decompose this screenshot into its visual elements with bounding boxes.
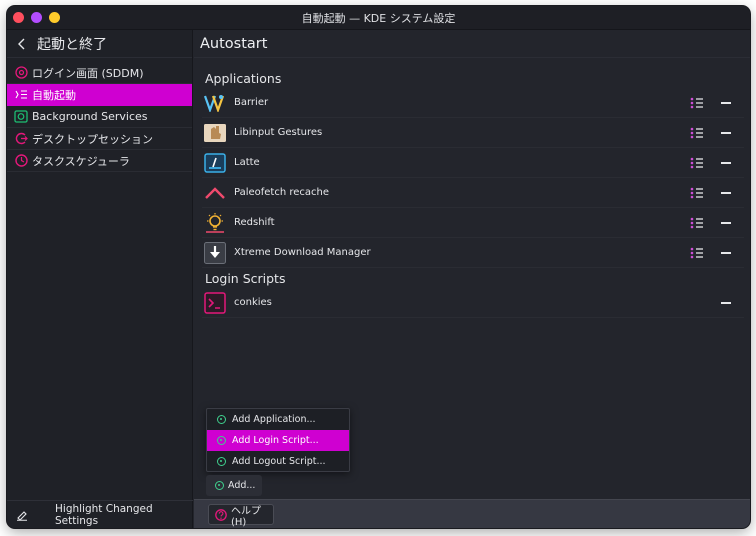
main-panel: Autostart Applications Barrier Libinput … (194, 30, 750, 528)
add-login-script-menu-item[interactable]: Add Login Script... (207, 430, 349, 451)
menu-item-label: Add Login Script... (232, 435, 319, 446)
remove-icon[interactable] (720, 156, 732, 170)
properties-icon[interactable] (690, 96, 704, 110)
list-item-label: Xtreme Download Manager (234, 247, 371, 258)
menu-item-label: Add Logout Script... (232, 456, 326, 467)
sidebar-item-task-scheduler[interactable]: タスクスケジューラ (7, 150, 192, 172)
highlight-changed-settings-label: Highlight Changed Settings (55, 502, 153, 527)
menu-item-label: Add Application... (232, 414, 316, 425)
autostart-icon (14, 88, 28, 102)
list-item[interactable]: Latte (202, 148, 744, 178)
sidebar: 起動と終了 ログイン画面 (SDDM) 自動起動 Background Serv… (7, 30, 193, 528)
latte-icon (204, 152, 226, 174)
help-button[interactable]: ヘルプ(H) (208, 504, 274, 528)
sidebar-item-background-services[interactable]: Background Services (7, 106, 192, 128)
section-header-login-scripts: Login Scripts (205, 270, 286, 286)
sidebar-item-label: 自動起動 (32, 88, 76, 102)
highlight-changed-settings-toggle[interactable]: Highlight Changed Settings (7, 500, 193, 528)
list-item[interactable]: Xtreme Download Manager (202, 238, 744, 268)
add-icon (215, 481, 224, 490)
back-arrow-icon[interactable] (15, 37, 29, 51)
list-item-label: Barrier (234, 97, 269, 108)
remove-icon[interactable] (720, 186, 732, 200)
section-header-applications: Applications (205, 70, 282, 86)
autostart-list: Applications Barrier Libinput Gestures L… (202, 68, 744, 318)
barrier-icon (204, 92, 226, 114)
sidebar-header: 起動と終了 (7, 30, 192, 58)
list-item-label: Paleofetch recache (234, 187, 330, 198)
list-item[interactable]: conkies (202, 288, 744, 318)
libinput-gestures-icon (204, 122, 226, 144)
desktop-session-icon (14, 132, 28, 146)
list-item-label: Libinput Gestures (234, 127, 323, 138)
sidebar-item-desktop-session[interactable]: デスクトップセッション (7, 128, 192, 150)
add-logout-script-menu-item[interactable]: Add Logout Script... (207, 451, 349, 472)
sidebar-item-login-screen[interactable]: ログイン画面 (SDDM) (7, 62, 192, 84)
terminal-icon (204, 291, 226, 314)
properties-icon[interactable] (690, 186, 704, 200)
task-scheduler-icon (14, 154, 28, 168)
list-item[interactable]: Redshift (202, 208, 744, 238)
list-item[interactable]: Barrier (202, 88, 744, 118)
sidebar-item-label: Background Services (32, 110, 148, 123)
highlighter-icon (15, 508, 29, 522)
sidebar-item-label: タスクスケジューラ (32, 154, 130, 168)
properties-icon[interactable] (690, 156, 704, 170)
login-screen-icon (14, 66, 28, 80)
list-item[interactable]: Libinput Gestures (202, 118, 744, 148)
add-icon (217, 457, 226, 466)
remove-icon[interactable] (720, 126, 732, 140)
list-item[interactable]: Paleofetch recache (202, 178, 744, 208)
close-window-button[interactable] (13, 12, 24, 23)
redshift-icon (204, 212, 226, 234)
add-button-label: Add... (228, 480, 256, 491)
add-button[interactable]: Add... (206, 475, 262, 496)
xdm-icon (204, 241, 226, 264)
sidebar-list: ログイン画面 (SDDM) 自動起動 Background Services デ… (7, 58, 192, 172)
maximize-window-button[interactable] (49, 12, 60, 23)
settings-window: 自動起動 — KDE システム設定 起動と終了 ログイン画面 (SDDM) 自動… (7, 6, 750, 528)
window-controls (13, 12, 60, 23)
page-title: Autostart (194, 30, 750, 58)
list-item-label: Redshift (234, 217, 275, 228)
background-services-icon (14, 110, 28, 124)
footer-bar: ヘルプ(H) (194, 499, 750, 528)
sidebar-item-autostart[interactable]: 自動起動 (7, 84, 192, 106)
properties-icon[interactable] (690, 216, 704, 230)
list-item-label: Latte (234, 157, 260, 168)
paleofetch-icon (204, 182, 226, 204)
properties-icon[interactable] (690, 246, 704, 260)
remove-icon[interactable] (720, 296, 732, 310)
sidebar-item-label: デスクトップセッション (32, 132, 153, 146)
add-application-menu-item[interactable]: Add Application... (207, 409, 349, 430)
sidebar-title: 起動と終了 (37, 36, 107, 53)
add-icon (217, 415, 226, 424)
sidebar-item-label: ログイン画面 (SDDM) (32, 66, 144, 80)
remove-icon[interactable] (720, 96, 732, 110)
minimize-window-button[interactable] (31, 12, 42, 23)
list-item-label: conkies (234, 297, 272, 308)
remove-icon[interactable] (720, 216, 732, 230)
properties-icon[interactable] (690, 126, 704, 140)
remove-icon[interactable] (720, 246, 732, 260)
help-button-label: ヘルプ(H) (231, 505, 261, 528)
help-icon (214, 508, 228, 522)
title-bar: 自動起動 — KDE システム設定 (7, 6, 750, 30)
add-menu-popup: Add Application... Add Login Script... A… (206, 408, 350, 472)
window-title: 自動起動 — KDE システム設定 (301, 11, 456, 25)
add-icon (217, 436, 226, 445)
